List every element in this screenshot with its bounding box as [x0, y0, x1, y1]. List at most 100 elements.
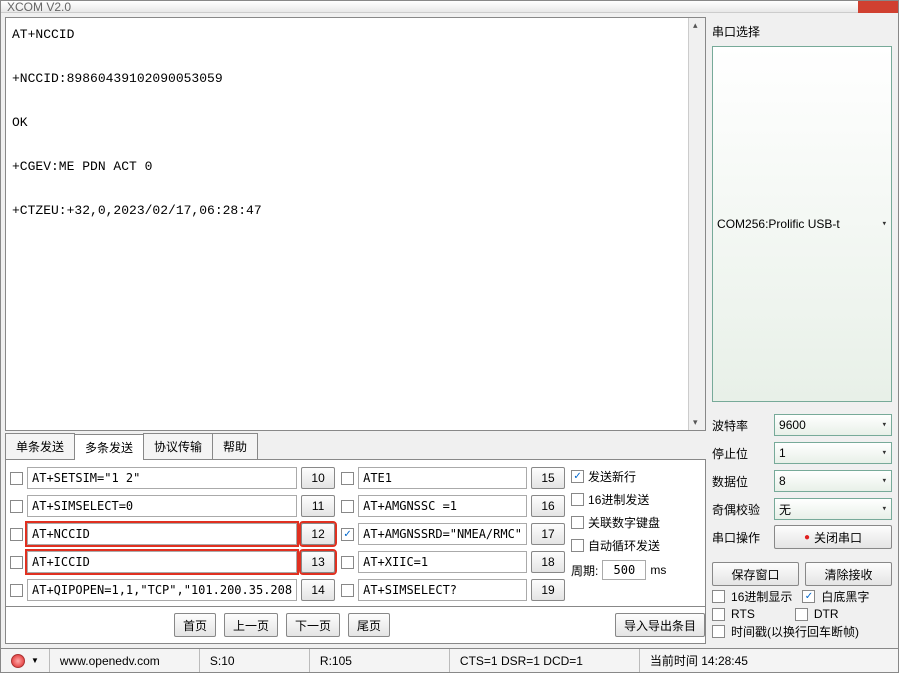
send-row-checkbox[interactable] — [10, 584, 23, 597]
send-row-checkbox[interactable] — [341, 472, 354, 485]
send-row-button[interactable]: 10 — [301, 467, 335, 489]
btn-next-page[interactable]: 下一页 — [286, 613, 340, 637]
send-row-input[interactable]: ATE1 — [358, 467, 527, 489]
btn-clear-recv[interactable]: 清除接收 — [805, 562, 892, 586]
btn-import-export[interactable]: 导入导出条目 — [615, 613, 705, 637]
send-row-button[interactable]: 15 — [531, 467, 565, 489]
send-row-checkbox[interactable] — [341, 556, 354, 569]
tab-single-send[interactable]: 单条发送 — [5, 433, 75, 459]
lbl-op: 串口操作 — [712, 529, 768, 546]
send-row-checkbox[interactable] — [341, 500, 354, 513]
stop-select[interactable]: 1 — [774, 442, 892, 464]
lbl-rts: RTS — [731, 607, 755, 621]
nav-row: 首页 上一页 下一页 尾页 导入导出条目 — [5, 607, 706, 644]
period-input[interactable] — [602, 560, 646, 580]
status-time: 当前时间 14:28:45 — [650, 652, 748, 669]
status-recv: R:105 — [320, 654, 352, 668]
send-row: AT+AMGNSSC =116 — [341, 494, 565, 518]
highlight-box — [407, 18, 688, 48]
send-row: AT+AMGNSSRD="NMEA/RMC"17 — [341, 522, 565, 546]
send-options: 发送新行 16进制发送 关联数字键盘 自动循环发送 周期: ms — [571, 466, 701, 602]
lbl-white-bg: 白底黑字 — [821, 588, 869, 605]
status-signals: CTS=1 DSR=1 DCD=1 — [460, 654, 583, 668]
title-bar: XCOM V2.0 — [1, 1, 898, 13]
send-row-input[interactable]: AT+AMGNSSRD="NMEA/RMC" — [358, 523, 527, 545]
lbl-hex-disp: 16进制显示 — [731, 588, 792, 605]
send-row-checkbox[interactable] — [341, 528, 354, 541]
status-dot-icon — [11, 654, 25, 668]
lbl-numpad: 关联数字键盘 — [588, 514, 660, 531]
tab-help[interactable]: 帮助 — [212, 433, 258, 459]
send-row-checkbox[interactable] — [10, 556, 23, 569]
status-sent: S:10 — [210, 654, 235, 668]
send-row-button[interactable]: 17 — [531, 523, 565, 545]
tab-protocol[interactable]: 协议传输 — [143, 433, 213, 459]
btn-prev-page[interactable]: 上一页 — [224, 613, 278, 637]
send-row-input[interactable]: AT+ICCID — [27, 551, 297, 573]
send-row-input[interactable]: AT+NCCID — [27, 523, 297, 545]
send-row: AT+ICCID13 — [10, 550, 335, 574]
send-row: AT+QIPOPEN=1,1,"TCP","101.200.35.20814 — [10, 578, 335, 602]
chk-auto-loop[interactable] — [571, 539, 584, 552]
send-row-checkbox[interactable] — [10, 472, 23, 485]
send-row-button[interactable]: 13 — [301, 551, 335, 573]
lbl-period: 周期: — [571, 562, 598, 579]
status-dropdown-icon[interactable]: ▼ — [31, 656, 39, 665]
send-row-checkbox[interactable] — [10, 528, 23, 541]
send-row-checkbox[interactable] — [341, 584, 354, 597]
close-icon[interactable] — [858, 1, 898, 13]
send-row-checkbox[interactable] — [10, 500, 23, 513]
send-row-button[interactable]: 14 — [301, 579, 335, 601]
btn-first-page[interactable]: 首页 — [174, 613, 216, 637]
send-row-button[interactable]: 11 — [301, 495, 335, 517]
chk-timestamp[interactable] — [712, 625, 725, 638]
lbl-dtr: DTR — [814, 607, 839, 621]
send-row: AT+NCCID12 — [10, 522, 335, 546]
send-row-input[interactable]: AT+QIPOPEN=1,1,"TCP","101.200.35.208 — [27, 579, 297, 601]
send-row: AT+SIMSELECT?19 — [341, 578, 565, 602]
baud-select[interactable]: 9600 — [774, 414, 892, 436]
output-area: AT+NCCID +NCCID:89860439102090053059 OK … — [5, 17, 706, 431]
lbl-period-unit: ms — [650, 563, 666, 577]
chk-white-bg[interactable] — [802, 590, 815, 603]
parity-select[interactable]: 无 — [774, 498, 892, 520]
data-select[interactable]: 8 — [774, 470, 892, 492]
chk-hex-disp[interactable] — [712, 590, 725, 603]
btn-save-window[interactable]: 保存窗口 — [712, 562, 799, 586]
serial-heading: 串口选择 — [712, 21, 892, 44]
send-row: AT+SIMSELECT=011 — [10, 494, 335, 518]
chk-rts[interactable] — [712, 608, 725, 621]
btn-close-port[interactable]: 关闭串口 — [774, 525, 892, 549]
lbl-baud: 波特率 — [712, 417, 768, 434]
send-row-input[interactable]: AT+SIMSELECT=0 — [27, 495, 297, 517]
multi-send-panel: AT+SETSIM="1 2"10AT+SIMSELECT=011AT+NCCI… — [5, 460, 706, 607]
send-row: AT+XIIC=118 — [341, 550, 565, 574]
send-row-input[interactable]: AT+XIIC=1 — [358, 551, 527, 573]
tab-multi-send[interactable]: 多条发送 — [74, 434, 144, 460]
send-row-button[interactable]: 12 — [301, 523, 335, 545]
send-row-button[interactable]: 19 — [531, 579, 565, 601]
lbl-parity: 奇偶校验 — [712, 501, 768, 518]
lbl-stop: 停止位 — [712, 445, 768, 462]
chk-numpad[interactable] — [571, 516, 584, 529]
chk-dtr[interactable] — [795, 608, 808, 621]
send-row-input[interactable]: AT+SIMSELECT? — [358, 579, 527, 601]
lbl-newline: 发送新行 — [588, 468, 636, 485]
chk-newline[interactable] — [571, 470, 584, 483]
send-row-button[interactable]: 18 — [531, 551, 565, 573]
send-row-input[interactable]: AT+AMGNSSC =1 — [358, 495, 527, 517]
lbl-timestamp: 时间戳(以换行回车断帧) — [731, 623, 859, 640]
send-row-input[interactable]: AT+SETSIM="1 2" — [27, 467, 297, 489]
lbl-data: 数据位 — [712, 473, 768, 490]
port-select[interactable]: COM256:Prolific USB-t — [712, 46, 892, 402]
btn-last-page[interactable]: 尾页 — [348, 613, 390, 637]
output-scrollbar[interactable] — [688, 18, 705, 430]
app-title: XCOM V2.0 — [7, 0, 71, 14]
status-url[interactable]: www.openedv.com — [60, 654, 160, 668]
send-row: ATE115 — [341, 466, 565, 490]
send-tabs: 单条发送 多条发送 协议传输 帮助 — [5, 433, 706, 460]
serial-panel: 串口选择 COM256:Prolific USB-t 波特率9600 停止位1 … — [710, 17, 894, 644]
chk-hex-send[interactable] — [571, 493, 584, 506]
send-row: AT+SETSIM="1 2"10 — [10, 466, 335, 490]
send-row-button[interactable]: 16 — [531, 495, 565, 517]
